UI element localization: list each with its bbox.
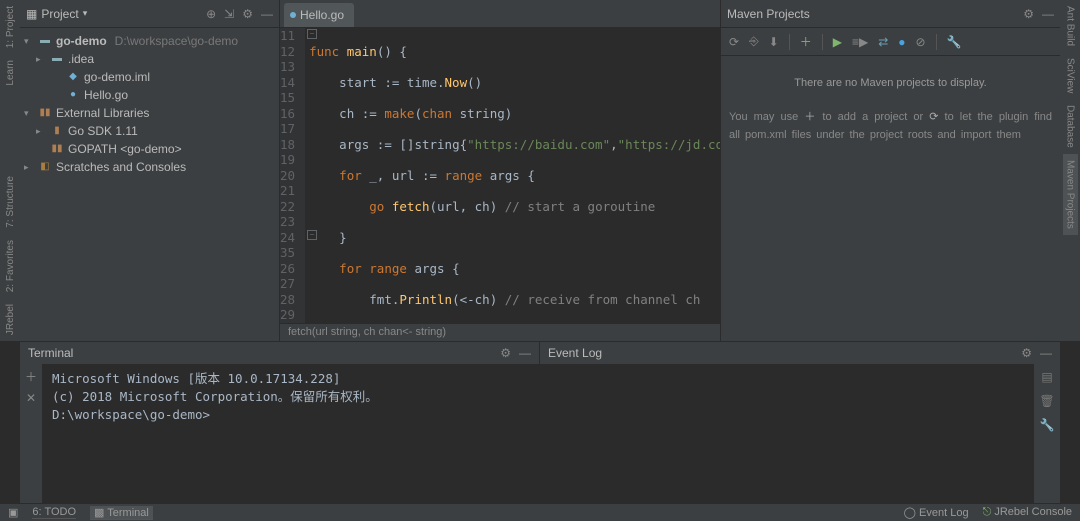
go-file-icon: ●: [66, 86, 80, 104]
skip-icon[interactable]: ⊘: [916, 35, 926, 49]
terminal-output[interactable]: Microsoft Windows [版本 10.0.17134.228] (c…: [42, 364, 539, 503]
rail-database[interactable]: Database: [1063, 99, 1078, 154]
status-collapse-icon[interactable]: ▣: [8, 506, 18, 519]
add-icon[interactable]: ＋: [800, 33, 812, 50]
status-terminal[interactable]: ▩ Terminal: [90, 506, 153, 520]
tab-hello-go[interactable]: Hello.go: [284, 3, 354, 27]
rail-favorites[interactable]: 2: Favorites: [3, 234, 18, 298]
eventlog-title: Event Log: [548, 346, 1021, 360]
execute-icon[interactable]: ≡▶: [852, 35, 868, 49]
status-jrebel[interactable]: ⎋ JRebel Console: [983, 506, 1072, 519]
hide-icon[interactable]: —: [1042, 7, 1054, 21]
fold-marker[interactable]: −: [307, 29, 317, 39]
scratches-icon: ◧: [38, 158, 52, 176]
maven-help-text: You may use ＋ to add a project or ⟳ to l…: [729, 108, 1052, 144]
rail-jrebel[interactable]: JRebel: [3, 298, 18, 341]
rail-maven[interactable]: Maven Projects: [1063, 154, 1078, 235]
status-eventlog[interactable]: ◯ Event Log: [904, 506, 969, 519]
gear-icon[interactable]: ⚙: [1021, 346, 1032, 360]
folder-icon: ▦: [26, 7, 37, 21]
rail-structure[interactable]: 7: Structure: [3, 170, 18, 234]
close-session-icon[interactable]: ✕: [26, 391, 36, 405]
hide-icon[interactable]: —: [261, 7, 273, 21]
file-icon: ◆: [66, 68, 80, 86]
project-tree[interactable]: ▾▬go-demoD:\workspace\go-demo ▸▬.idea ◆g…: [20, 28, 279, 180]
generate-icon[interactable]: ⎆: [749, 34, 759, 49]
status-todo[interactable]: 6: TODO: [32, 506, 76, 519]
run-icon[interactable]: ▶: [833, 35, 842, 49]
maven-toolbar: ⟳ ⎆ ⬇ ＋ ▶ ≡▶ ⇄ ● ⊘ 🔧: [721, 28, 1060, 56]
hide-icon[interactable]: —: [1040, 346, 1052, 360]
add-icon[interactable]: ＋: [804, 111, 816, 123]
gear-icon[interactable]: ⚙: [242, 7, 253, 21]
offline-icon[interactable]: ●: [898, 35, 905, 49]
breadcrumb[interactable]: fetch(url string, ch chan<- string): [280, 323, 720, 341]
rail-antbuild[interactable]: Ant Build: [1063, 0, 1078, 52]
folder-icon: ▬: [38, 32, 52, 50]
fold-marker[interactable]: −: [307, 230, 317, 240]
folder-icon: ▬: [50, 50, 64, 68]
eventlog-panel: Event Log ⚙ — ▤ 🗑 🔧: [540, 342, 1060, 503]
go-file-icon: [290, 12, 296, 18]
rail-learn[interactable]: Learn: [3, 54, 18, 92]
maven-empty-text: There are no Maven projects to display.: [729, 74, 1052, 92]
rail-project[interactable]: 1: Project: [3, 0, 18, 54]
terminal-panel: Terminal ⚙ — ＋ ✕ Microsoft Windows [版本 1…: [20, 342, 540, 503]
gopath-icon: ▮▮: [50, 140, 64, 158]
project-panel: ▦ Project ▾ ⊕ ⇲ ⚙ — ▾▬go-demoD:\workspac…: [20, 0, 280, 341]
toggle-icon[interactable]: ⇄: [878, 35, 888, 49]
clear-icon[interactable]: 🗑: [1039, 394, 1054, 408]
editor-tabs: Hello.go: [280, 0, 720, 28]
download-icon[interactable]: ⬇: [769, 35, 779, 49]
mark-read-icon[interactable]: ▤: [1041, 370, 1052, 384]
collapse-icon[interactable]: ⇲: [224, 7, 234, 21]
gear-icon[interactable]: ⚙: [500, 346, 511, 360]
rail-sciview[interactable]: SciView: [1063, 52, 1078, 99]
maven-panel: Maven Projects ⚙ — ⟳ ⎆ ⬇ ＋ ▶ ≡▶ ⇄ ● ⊘ 🔧 …: [720, 0, 1060, 341]
target-icon[interactable]: ⊕: [206, 7, 216, 21]
wrench-icon[interactable]: 🔧: [947, 35, 962, 49]
refresh-icon[interactable]: ⟳: [729, 35, 739, 49]
maven-title: Maven Projects: [727, 7, 1023, 21]
code-editor[interactable]: 1112131415161718192021222324352627282930…: [280, 28, 720, 323]
sdk-icon: ▮: [50, 122, 64, 140]
hide-icon[interactable]: —: [519, 346, 531, 360]
library-icon: ▮▮: [38, 104, 52, 122]
status-bar: ▣ 6: TODO ▩ Terminal ◯ Event Log ⎋ JRebe…: [0, 503, 1080, 521]
line-gutter: 1112131415161718192021222324352627282930: [280, 28, 305, 323]
gear-icon[interactable]: ⚙: [1023, 7, 1034, 21]
settings-icon[interactable]: 🔧: [1040, 418, 1055, 432]
terminal-title: Terminal: [28, 346, 500, 360]
new-session-icon[interactable]: ＋: [25, 368, 37, 385]
project-title: Project: [41, 7, 78, 21]
